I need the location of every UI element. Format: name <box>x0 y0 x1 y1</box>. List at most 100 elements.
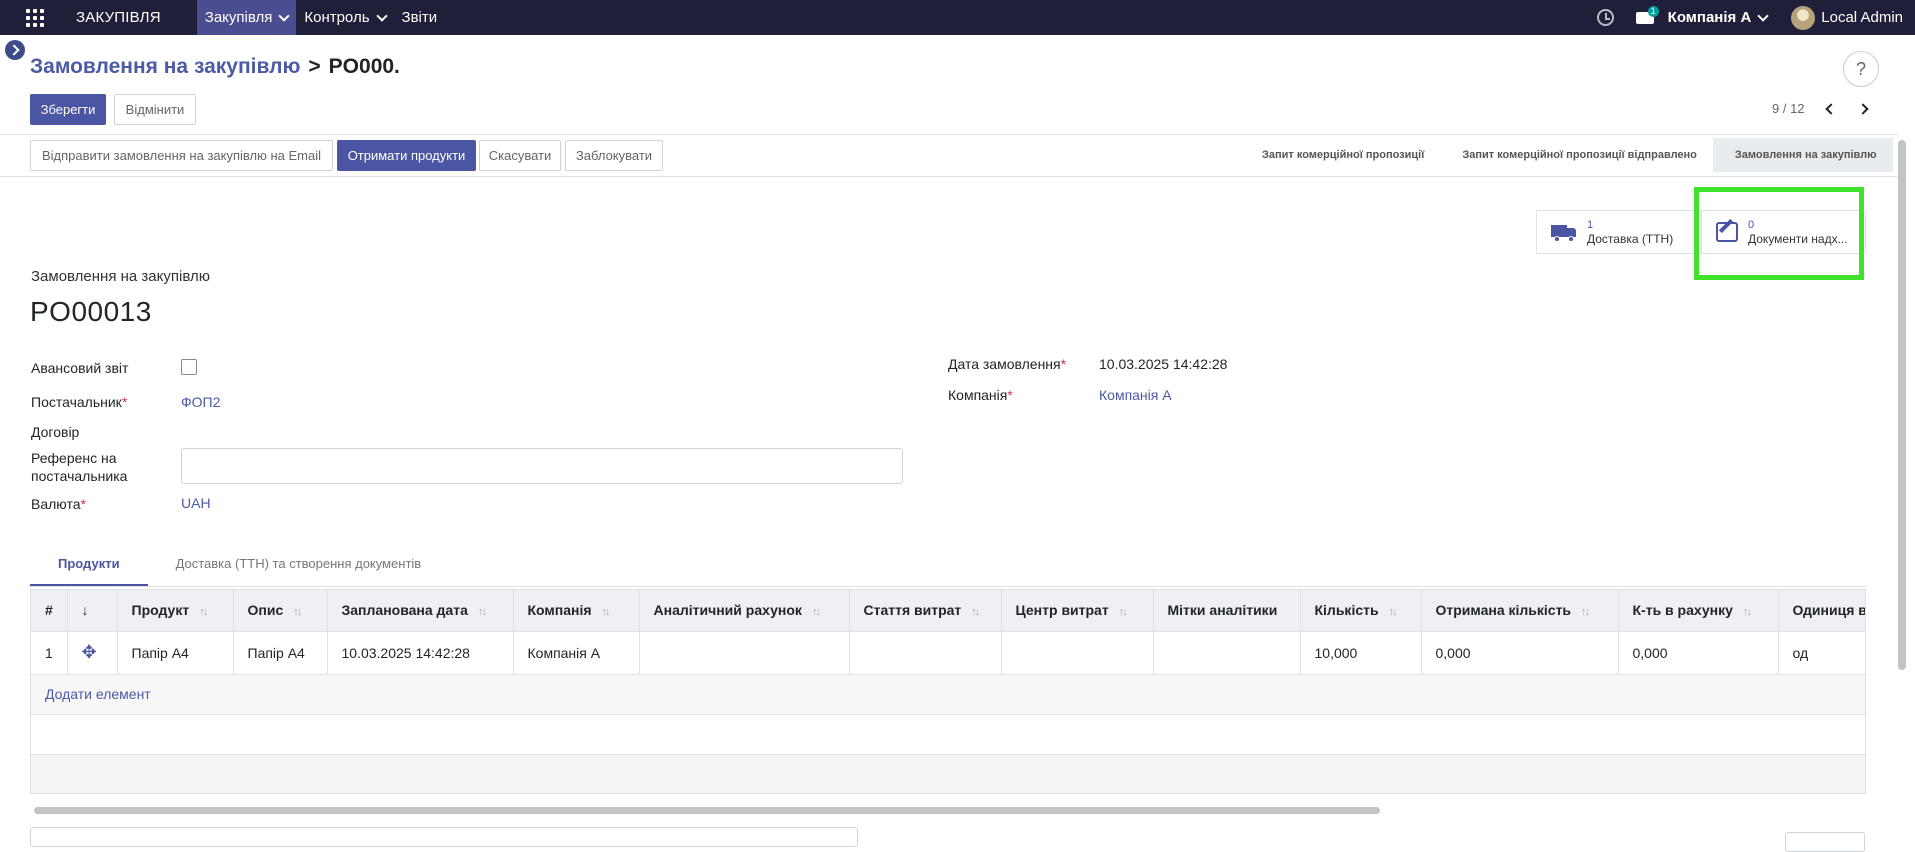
vendor-label: Постачальник* <box>31 394 127 410</box>
breadcrumb: Замовлення на закупівлю > PO000. <box>30 55 400 79</box>
cell-billed-qty[interactable]: 0,000 <box>1618 631 1779 675</box>
column-header-analytic-account[interactable]: Аналітичний рахунок ↑↓ <box>639 590 850 632</box>
status-bar: Запит комерційної пропозиції Запит комер… <box>1240 138 1893 172</box>
column-header-expense-item[interactable]: Стаття витрат ↑↓ <box>849 590 1002 632</box>
sort-icon: ↑↓ <box>477 606 487 619</box>
column-header-product[interactable]: Продукт ↑↓ <box>117 590 234 632</box>
menu-purchase[interactable]: Закупівля <box>196 0 297 35</box>
order-lines-table: # ↓ Продукт ↑↓ Опис ↑↓ Запланована дата ↑↓ … <box>30 589 1866 794</box>
cell-cost-center[interactable] <box>1001 631 1154 675</box>
menu-reports[interactable]: Звіти <box>394 0 446 35</box>
drag-handle-icon[interactable]: ✥ <box>82 642 97 663</box>
vendor-reference-label-line2: постачальника <box>31 468 128 484</box>
column-header-received-qty[interactable]: Отримана кількість ↑↓ <box>1421 590 1619 632</box>
column-header-analytic-tags[interactable]: Мітки аналітики <box>1153 590 1301 632</box>
order-date-label-text: Дата замовлення <box>948 356 1061 372</box>
order-date-label: Дата замовлення* <box>948 356 1066 372</box>
pager: 9 / 12 <box>1772 101 1869 116</box>
lock-button[interactable]: Заблокувати <box>565 140 663 171</box>
save-button[interactable]: Зберегти <box>30 94 106 125</box>
chat-icon[interactable]: 1 <box>1635 5 1659 26</box>
company-switcher[interactable]: Компанія А <box>1668 9 1769 26</box>
delivery-smart-button[interactable]: 1 Доставка (ТТН) <box>1536 210 1701 254</box>
column-header-received-qty-label: Отримана кількість <box>1435 602 1572 619</box>
status-stage-rfq-sent[interactable]: Запит комерційної пропозиції відправлено <box>1440 138 1713 172</box>
menu-control[interactable]: Контроль <box>296 0 393 35</box>
column-header-sequence[interactable]: ↓ <box>67 590 118 632</box>
user-avatar[interactable] <box>1791 5 1816 30</box>
cell-analytic-tags[interactable] <box>1153 631 1301 675</box>
column-header-planned-date[interactable]: Запланована дата ↑↓ <box>327 590 514 632</box>
sort-icon: ↑↓ <box>1388 606 1398 619</box>
vendor-label-text: Постачальник <box>31 394 122 410</box>
tab-products[interactable]: Продукти <box>30 545 148 586</box>
cell-analytic-account[interactable] <box>639 631 850 675</box>
discard-button[interactable]: Відмінити <box>114 94 196 125</box>
app-brand[interactable]: ЗАКУПІВЛЯ <box>76 9 161 26</box>
delivery-label: Доставка (ТТН) <box>1587 232 1674 246</box>
tab-delivery-documents[interactable]: Доставка (ТТН) та створення документів <box>148 545 450 586</box>
chat-badge: 1 <box>1647 5 1659 17</box>
currency-value[interactable]: UAH <box>181 495 211 511</box>
cell-quantity[interactable]: 10,000 <box>1300 631 1422 675</box>
sort-icon: ↑↓ <box>199 606 208 619</box>
vendor-value[interactable]: ФОП2 <box>181 394 220 410</box>
send-email-button[interactable]: Відправити замовлення на закупівлю на Em… <box>30 140 333 171</box>
cell-received-qty[interactable]: 0,000 <box>1421 631 1619 675</box>
status-stage-purchase-order[interactable]: Замовлення на закупівлю <box>1712 138 1893 172</box>
advance-report-label: Авансовий звіт <box>31 360 129 376</box>
order-date-value[interactable]: 10.03.2025 14:42:28 <box>1099 356 1227 372</box>
sort-icon: ↑↓ <box>811 606 821 619</box>
column-header-billed-qty[interactable]: К-ть в рахунку ↑↓ <box>1618 590 1779 632</box>
sidebar-toggle-icon[interactable] <box>5 40 25 60</box>
breadcrumb-parent[interactable]: Замовлення на закупівлю <box>30 55 300 79</box>
cell-company[interactable]: Компанія А <box>513 631 640 675</box>
sort-icon: ↑↓ <box>1742 606 1752 619</box>
vendor-reference-label: Референс на постачальника <box>31 449 127 485</box>
pager-next-icon[interactable] <box>1856 102 1869 115</box>
menu-purchase-label: Закупівля <box>204 9 273 26</box>
vendor-reference-input[interactable] <box>181 448 903 484</box>
sort-icon: ↑↓ <box>971 606 980 619</box>
cell-expense-item[interactable] <box>849 631 1002 675</box>
activity-clock-icon[interactable] <box>1596 9 1614 26</box>
cancel-order-button[interactable]: Скасувати <box>479 140 561 171</box>
help-button[interactable]: ? <box>1843 51 1879 87</box>
column-header-uom[interactable]: Одиниця в <box>1778 590 1865 632</box>
menu-reports-label: Звіти <box>401 9 438 26</box>
vertical-scrollbar[interactable] <box>1898 140 1906 670</box>
column-header-analytic-account-label: Аналітичний рахунок <box>653 602 802 619</box>
pager-previous-icon[interactable] <box>1824 102 1837 115</box>
column-header-company[interactable]: Компанія ↑↓ <box>513 590 640 632</box>
cell-description[interactable]: Папір А4 <box>233 631 328 675</box>
breadcrumb-separator: > <box>308 55 321 78</box>
column-header-product-label: Продукт <box>131 602 190 619</box>
cell-uom[interactable]: од <box>1778 631 1865 675</box>
column-header-cost-center[interactable]: Центр витрат ↑↓ <box>1001 590 1154 632</box>
horizontal-scrollbar-thumb[interactable] <box>34 807 1380 814</box>
column-header-description[interactable]: Опис ↑↓ <box>233 590 328 632</box>
apps-grid-icon[interactable] <box>26 8 44 27</box>
column-header-company-label: Компанія <box>527 602 592 619</box>
user-menu[interactable]: Local Admin <box>1821 9 1903 26</box>
notes-field[interactable] <box>30 827 858 847</box>
receive-products-button[interactable]: Отримати продукти <box>337 140 476 171</box>
column-header-expense-item-label: Стаття витрат <box>863 602 962 619</box>
table-row[interactable]: 1 ✥ Папір А4 Папір А4 10.03.2025 14:42:2… <box>31 631 1865 675</box>
company-label: Компанія* <box>948 387 1013 403</box>
add-line-row: Додати елемент <box>31 674 1865 715</box>
cell-planned-date[interactable]: 10.03.2025 14:42:28 <box>327 631 514 675</box>
status-stage-rfq[interactable]: Запит комерційної пропозиції <box>1240 138 1440 172</box>
required-mark: * <box>1060 356 1067 372</box>
add-line-link[interactable]: Додати елемент <box>31 674 1865 715</box>
cell-product[interactable]: Папір А4 <box>117 631 234 675</box>
company-value[interactable]: Компанія А <box>1099 387 1172 403</box>
cell-handle[interactable]: ✥ <box>67 631 118 675</box>
horizontal-scrollbar[interactable] <box>30 805 1866 814</box>
advance-report-checkbox[interactable] <box>181 359 197 375</box>
sort-icon: ↑↓ <box>1581 606 1590 619</box>
vendor-reference-label-line1: Референс на <box>31 450 117 466</box>
empty-row <box>31 714 1865 755</box>
bottom-field[interactable] <box>1785 832 1865 852</box>
column-header-quantity[interactable]: Кількість ↑↓ <box>1300 590 1422 632</box>
